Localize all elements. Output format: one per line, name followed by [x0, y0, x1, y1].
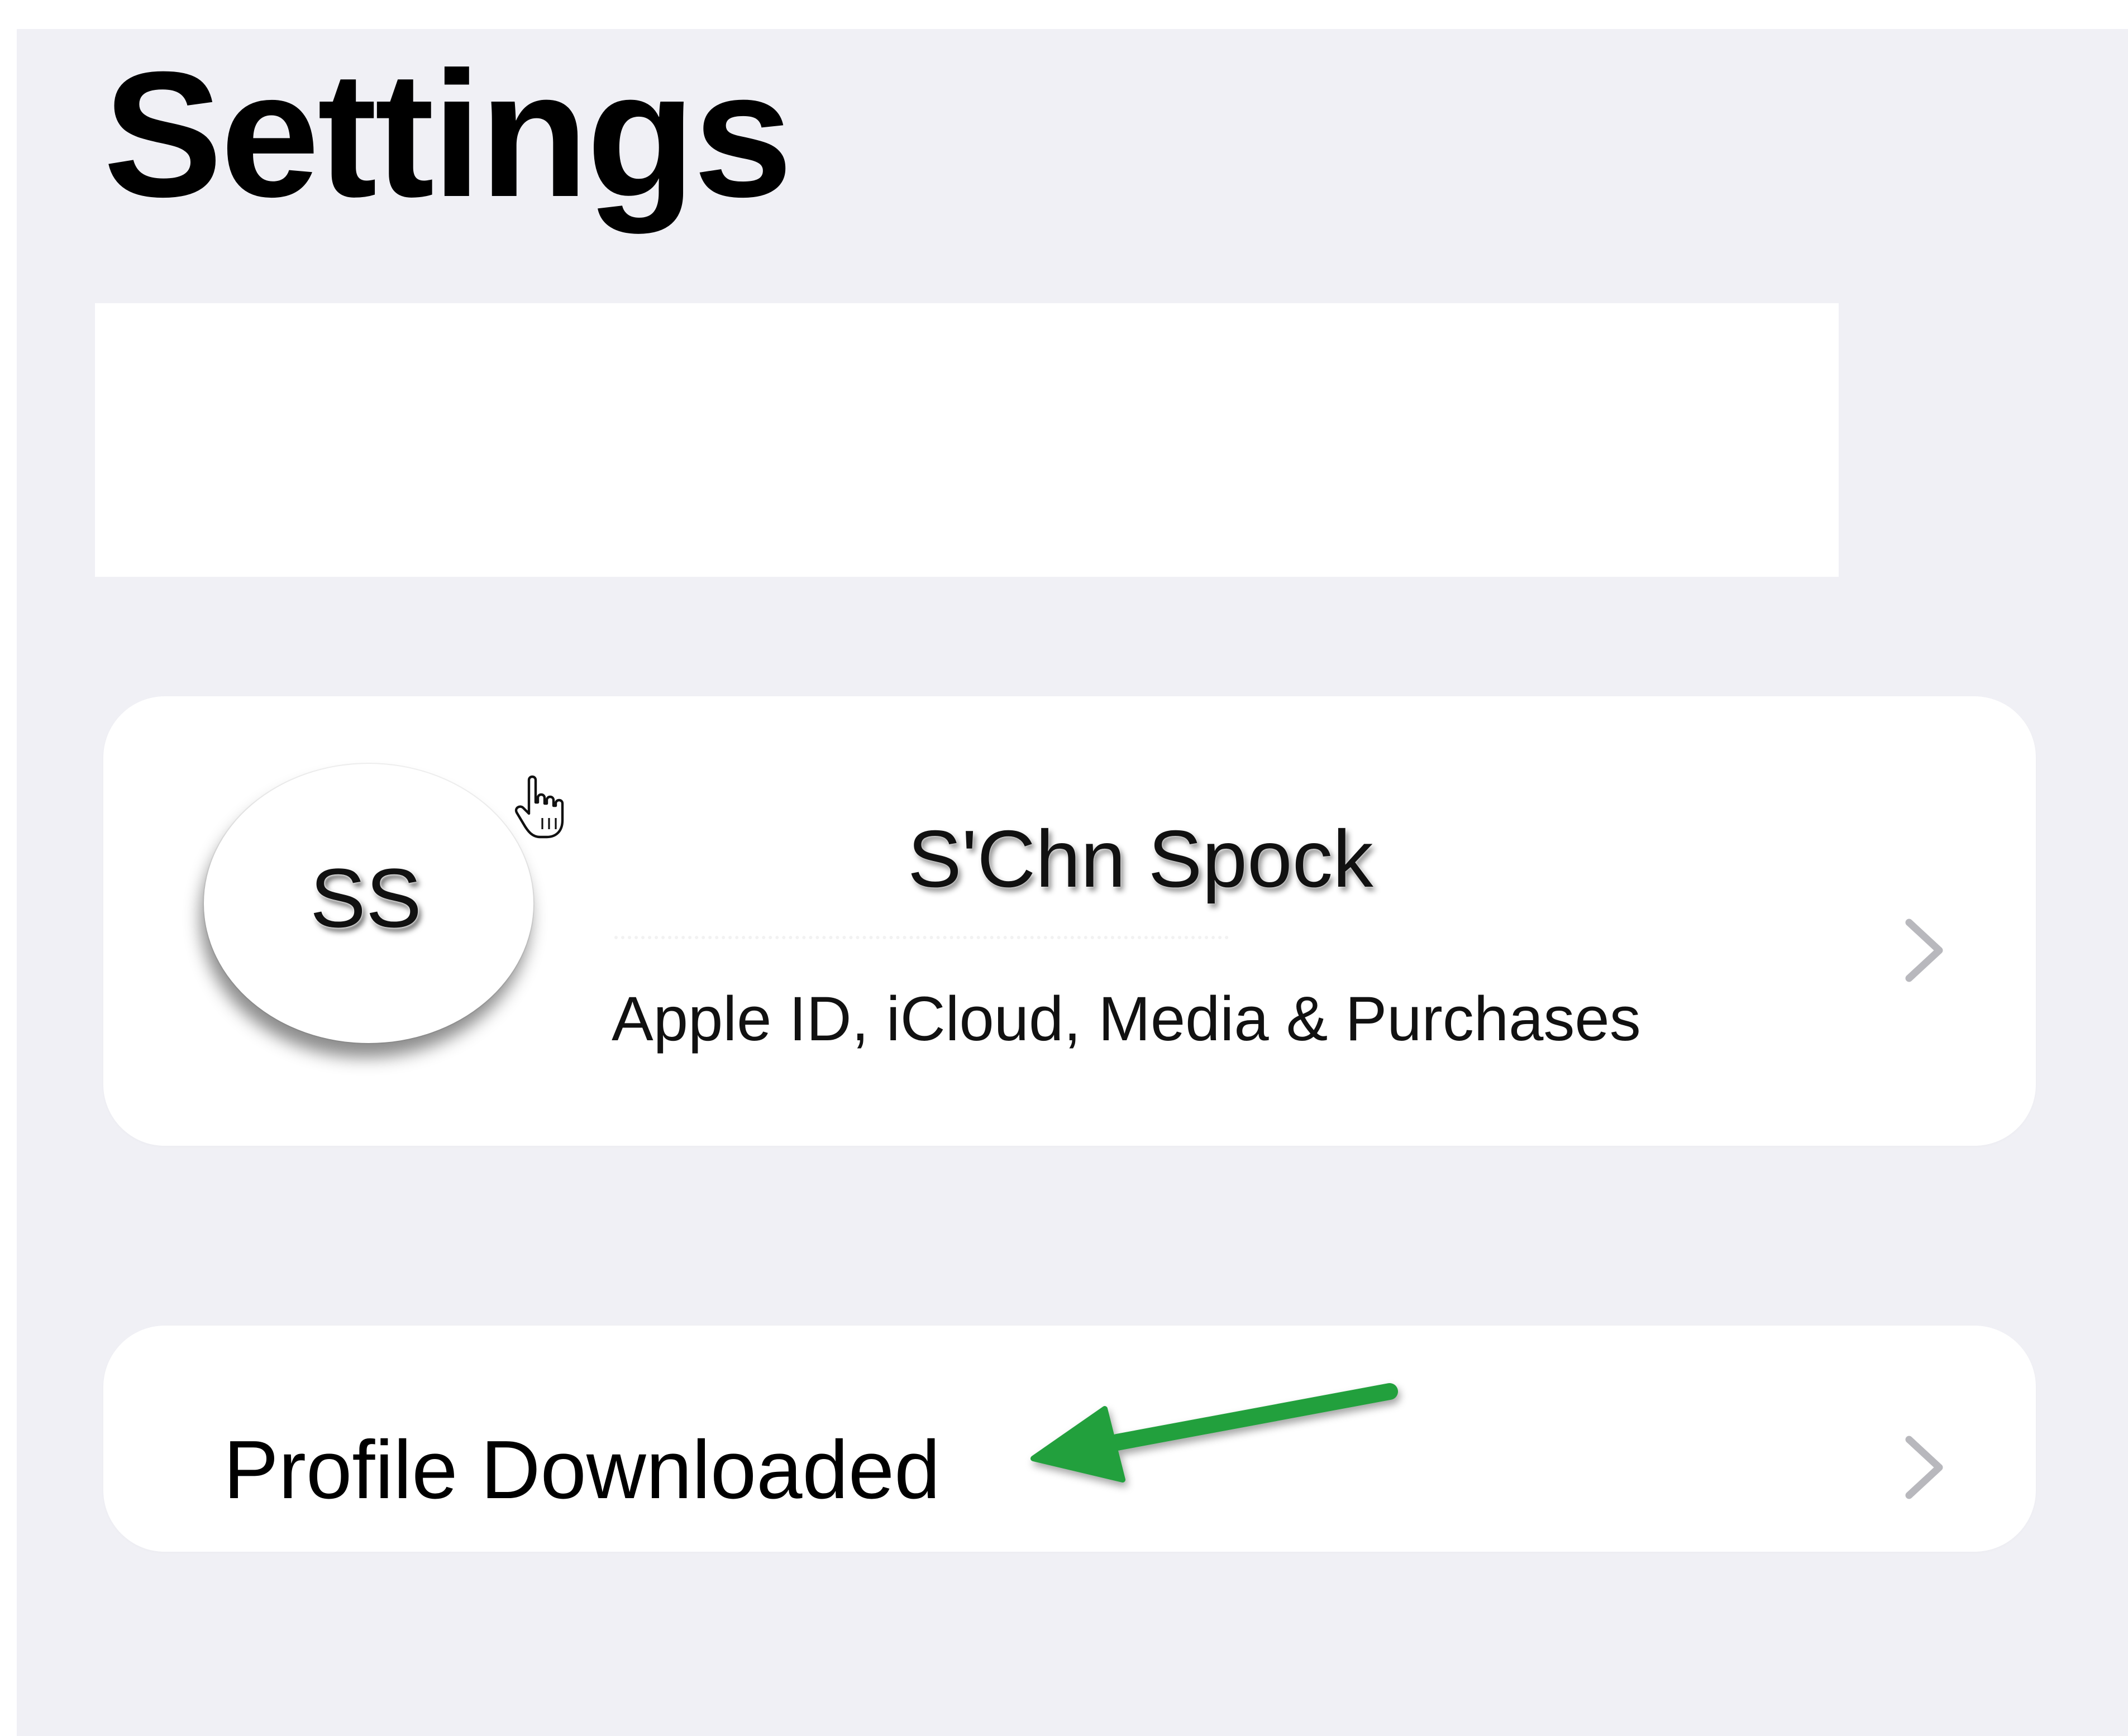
account-name: S'Chn Spock — [908, 814, 1373, 904]
green-arrow-icon — [1030, 1383, 1398, 1482]
chevron-right-icon — [1905, 919, 1943, 982]
redacted-area — [95, 303, 1839, 577]
chevron-right-icon — [1905, 1436, 1943, 1499]
avatar[interactable]: SS — [204, 764, 533, 1043]
profile-downloaded-label: Profile Downloaded — [223, 1424, 941, 1516]
avatar-initials: SS — [309, 850, 422, 945]
page-title: Settings — [103, 34, 793, 234]
hand-pointer-icon — [514, 775, 564, 839]
faint-divider — [614, 936, 1229, 939]
account-subtitle: Apple ID, iCloud, Media & Purchases — [612, 984, 1641, 1054]
